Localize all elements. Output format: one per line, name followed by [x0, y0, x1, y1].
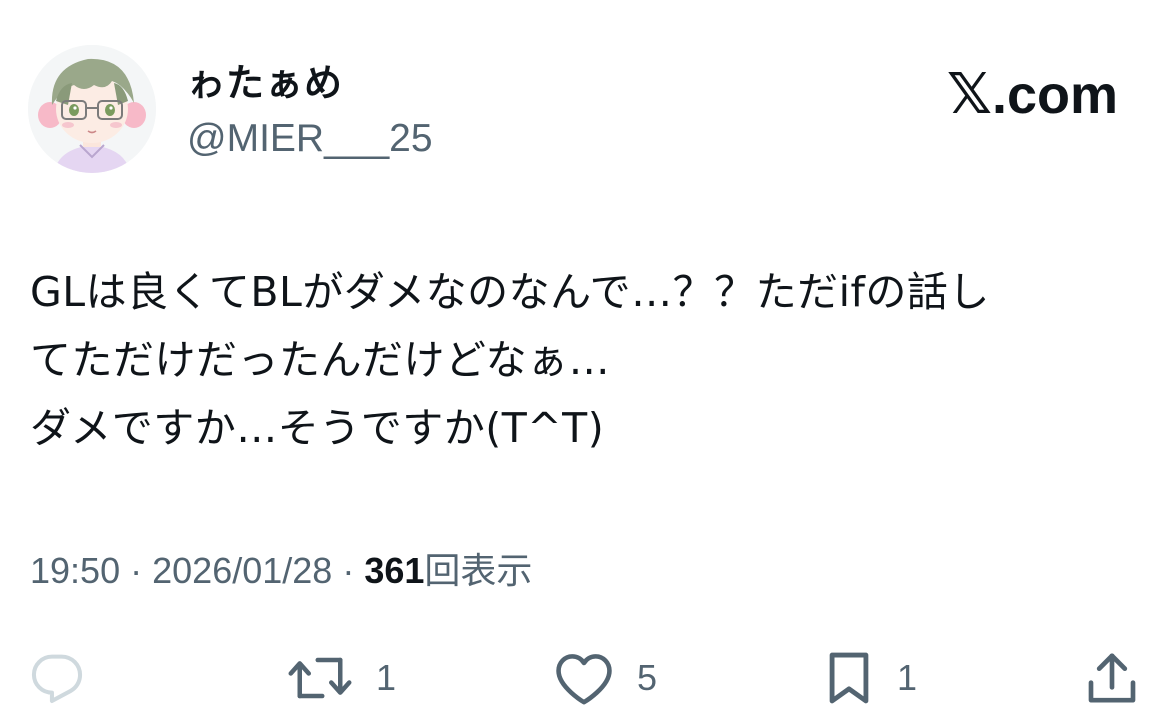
- tweet-time[interactable]: 19:50: [30, 550, 120, 591]
- views-label: 回表示: [424, 550, 533, 591]
- reply-button[interactable]: [30, 648, 84, 708]
- user-handle[interactable]: @MIER___25: [187, 119, 433, 158]
- bookmark-button[interactable]: 1: [823, 648, 917, 708]
- x-icon: 𝕏: [946, 62, 992, 127]
- share-icon: [1088, 653, 1136, 703]
- meta-separator: ·: [342, 550, 355, 591]
- like-button[interactable]: 5: [553, 648, 657, 708]
- display-name[interactable]: ゎたぁめ: [187, 64, 343, 102]
- tweet-meta: 19:50 · 2026/01/28 · 361回表示: [30, 553, 532, 589]
- tweet-text: GLは良くてBLがダメなのなんで…？？ただifの話し てただけだったんだけどなぁ…: [30, 258, 1140, 462]
- share-button[interactable]: [1086, 648, 1138, 708]
- views-count: 361: [364, 550, 425, 591]
- like-count: 5: [637, 657, 658, 698]
- action-bar: 1 5 1: [0, 648, 1170, 708]
- retweet-icon: [288, 657, 352, 699]
- avatar-illustration: [28, 45, 156, 173]
- retweet-count: 1: [376, 657, 397, 698]
- reply-icon: [31, 654, 83, 703]
- tweet-text-line: てただけだったんだけどなぁ…: [30, 336, 611, 384]
- tweet-text-line: ダメですか…そうですか(T^T): [30, 404, 605, 452]
- bookmark-count: 1: [897, 657, 918, 698]
- bookmark-icon: [829, 652, 869, 704]
- x-logo: 𝕏 .com: [947, 67, 1118, 123]
- x-logo-label: .com: [991, 65, 1118, 125]
- tweet-date[interactable]: 2026/01/28: [152, 550, 332, 591]
- meta-separator: ·: [130, 550, 143, 591]
- avatar[interactable]: [28, 45, 156, 173]
- tweet-text-line: GLは良くてBLがダメなのなんで…？？ただifの話し: [30, 268, 990, 316]
- heart-icon: [556, 654, 612, 705]
- retweet-button[interactable]: 1: [286, 648, 396, 708]
